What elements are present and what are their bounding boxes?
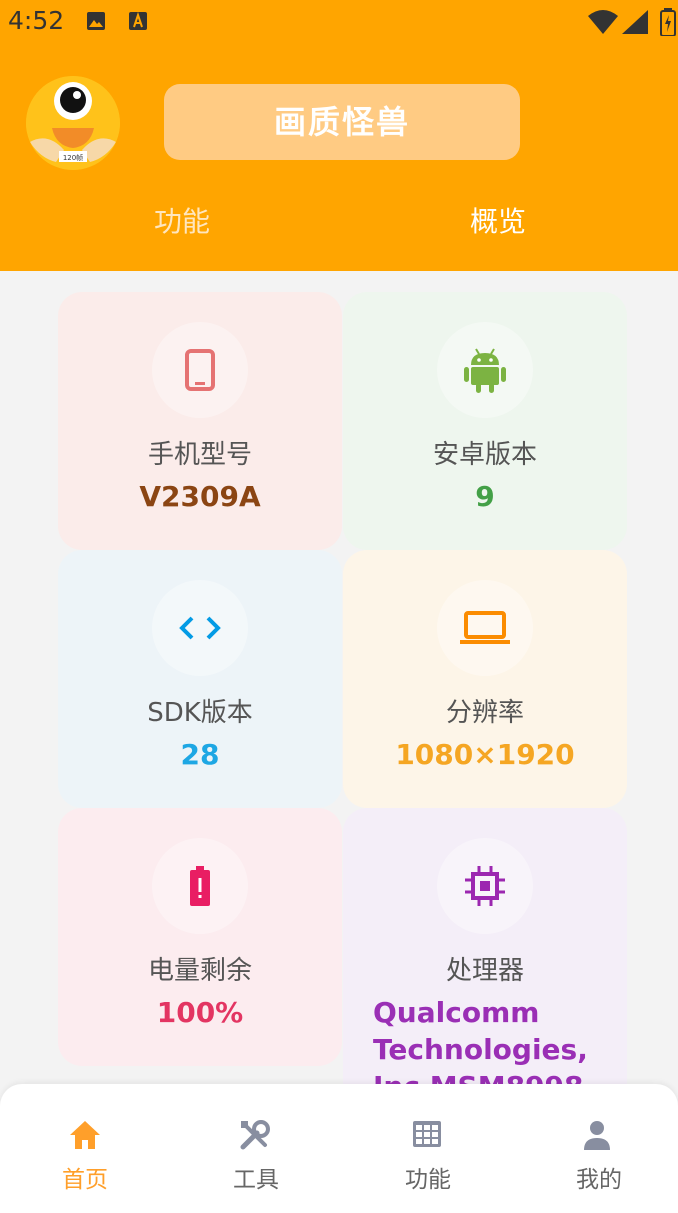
card-value: 1080×1920 (395, 738, 575, 771)
tab-features[interactable]: 功能 (154, 200, 210, 240)
grid-icon (413, 1121, 441, 1147)
battery-status-icon (660, 8, 676, 36)
card-icon-circle (437, 580, 533, 676)
nav-label: 我的 (576, 1167, 622, 1193)
card-phone-model: 手机型号 V2309A (58, 292, 342, 550)
nav-tools[interactable]: 工具 (171, 1084, 341, 1213)
card-icon-circle (437, 322, 533, 418)
nav-features[interactable]: 功能 (343, 1084, 513, 1213)
nav-home[interactable]: 首页 (0, 1084, 170, 1213)
avatar-caption: 120帧 (63, 153, 83, 162)
app-header: 4:52 120帧 画质怪兽 功能 概览 (0, 0, 678, 271)
card-label: 分辨率 (445, 698, 524, 728)
nav-profile[interactable]: 我的 (514, 1084, 678, 1213)
card-label: 安卓版本 (432, 440, 537, 470)
status-time: 4:52 (8, 6, 65, 35)
card-value: 28 (180, 738, 220, 771)
card-value: 100% (156, 996, 244, 1029)
nav-label: 工具 (233, 1167, 279, 1193)
code-icon (179, 616, 221, 640)
laptop-icon (460, 611, 510, 644)
battery-icon (190, 866, 210, 906)
card-value: 9 (475, 480, 495, 513)
tab-overview[interactable]: 概览 (470, 200, 526, 240)
card-icon-circle (437, 838, 533, 934)
phone-icon (185, 349, 215, 391)
card-label: 电量剩余 (147, 956, 252, 986)
app-title-button[interactable]: 画质怪兽 (164, 84, 520, 160)
card-label: 处理器 (445, 956, 524, 986)
card-label: SDK版本 (147, 698, 253, 728)
signal-icon (622, 10, 648, 34)
avatar[interactable]: 120帧 (26, 76, 120, 170)
card-label: 手机型号 (147, 440, 252, 470)
android-icon (464, 348, 506, 393)
card-icon-circle (152, 580, 248, 676)
home-icon (70, 1121, 100, 1149)
nav-label: 功能 (405, 1167, 451, 1193)
card-icon-circle (152, 838, 248, 934)
chip-icon (465, 866, 505, 906)
card-android-version: 安卓版本 9 (343, 292, 627, 550)
nav-label: 首页 (62, 1167, 108, 1193)
person-icon (584, 1121, 610, 1150)
card-battery: 电量剩余 100% (58, 808, 342, 1066)
card-processor: 处理器 Qualcomm Technologies, Inc MSM8998 (343, 808, 627, 1108)
image-notification-icon (87, 12, 105, 30)
mascot-logo-icon: 120帧 (26, 76, 120, 170)
card-icon-circle (152, 322, 248, 418)
card-value: V2309A (139, 480, 261, 513)
card-resolution: 分辨率 1080×1920 (343, 550, 627, 808)
tools-icon (240, 1120, 270, 1150)
wifi-icon (588, 10, 618, 34)
status-bar: 4:52 (0, 0, 678, 46)
a-notification-icon (129, 11, 147, 30)
card-sdk-version: SDK版本 28 (58, 550, 342, 808)
bottom-nav: 首页 工具 功能 我的 (0, 1084, 678, 1213)
